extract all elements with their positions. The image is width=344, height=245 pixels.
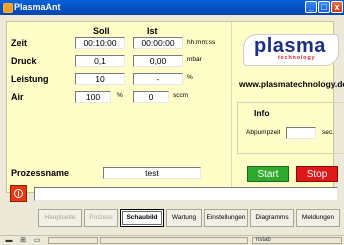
monitor-icon: ▭ — [33, 237, 41, 244]
logo-word: plasma — [254, 35, 326, 57]
logo-subtitle: technology — [278, 55, 316, 61]
tab-einstellungen[interactable]: Einstellungen — [204, 209, 248, 227]
druck-unit: mbar — [187, 56, 202, 63]
row-label-air: Air — [11, 92, 24, 102]
app-icon — [3, 3, 13, 13]
title-bar: PlasmaAnt _ □ x — [0, 0, 344, 15]
network-icon: ⊞ — [20, 237, 26, 244]
abpumpzeit-unit: sec. — [322, 129, 334, 136]
air-soll-field[interactable]: 100 — [75, 91, 111, 103]
zeit-ist-field: 00:00:00 — [133, 37, 183, 49]
zeit-unit: hh:mm:ss — [187, 39, 216, 46]
tab-wartung[interactable]: Wartung — [166, 209, 202, 227]
minimize-button[interactable]: _ — [305, 1, 317, 13]
abpumpzeit-label: Abpumpzeit — [246, 129, 281, 136]
leistung-unit: % — [187, 74, 193, 81]
tab-prozess[interactable]: Prozess — [84, 209, 118, 227]
zeit-soll-field[interactable]: 00:10:00 — [75, 37, 125, 49]
close-button[interactable]: x — [331, 1, 343, 13]
info-title: Info — [254, 108, 270, 118]
panel-divider — [231, 22, 232, 194]
alarm-icon[interactable] — [10, 185, 27, 202]
leistung-ist-field: - — [133, 73, 183, 85]
status-pane-2 — [100, 237, 248, 244]
start-button[interactable]: Start — [247, 166, 289, 182]
status-pane-1 — [48, 237, 98, 244]
leistung-soll-field[interactable]: 10 — [75, 73, 125, 85]
row-label-leistung: Leistung — [11, 74, 49, 84]
website-url: www.plasmatechnology.de — [239, 79, 344, 89]
row-label-zeit: Zeit — [11, 38, 28, 48]
tab-diagramms[interactable]: Diagramms — [250, 209, 294, 227]
druck-soll-field[interactable]: 0,1 — [75, 55, 125, 67]
alarm-bar — [18, 191, 19, 196]
maximize-button[interactable]: □ — [318, 1, 330, 13]
main-panel: Soll Ist Zeit 00:10:00 00:00:00 hh:mm:ss… — [6, 21, 344, 194]
air-ist-field: 0 — [133, 91, 169, 103]
ist-header: Ist — [147, 26, 158, 36]
soll-header: Soll — [93, 26, 110, 36]
tab-hauptseite[interactable]: Hauptseite — [38, 209, 82, 227]
keyboard-icon: ▬ — [5, 237, 13, 244]
row-label-druck: Druck — [11, 56, 37, 66]
tab-schaubild[interactable]: Schaubild — [120, 209, 164, 227]
air-unit: sccm — [173, 92, 189, 99]
air-soll-unit: % — [117, 92, 123, 99]
prozessname-field[interactable]: test — [103, 167, 201, 179]
window-client: Soll Ist Zeit 00:10:00 00:00:00 hh:mm:ss… — [0, 15, 344, 245]
message-field — [34, 187, 338, 201]
druck-ist-field: 0,00 — [133, 55, 183, 67]
status-text: nstab — [256, 237, 271, 243]
prozessname-label: Prozessname — [11, 168, 70, 178]
stop-button[interactable]: Stop — [296, 166, 338, 182]
tab-meldungen[interactable]: Meldungen — [296, 209, 340, 227]
plasma-logo: plasma technology — [243, 34, 339, 66]
window-title: PlasmaAnt — [14, 2, 61, 12]
info-box: Info Abpumpzeit sec. — [237, 102, 344, 154]
abpumpzeit-field — [286, 127, 316, 139]
